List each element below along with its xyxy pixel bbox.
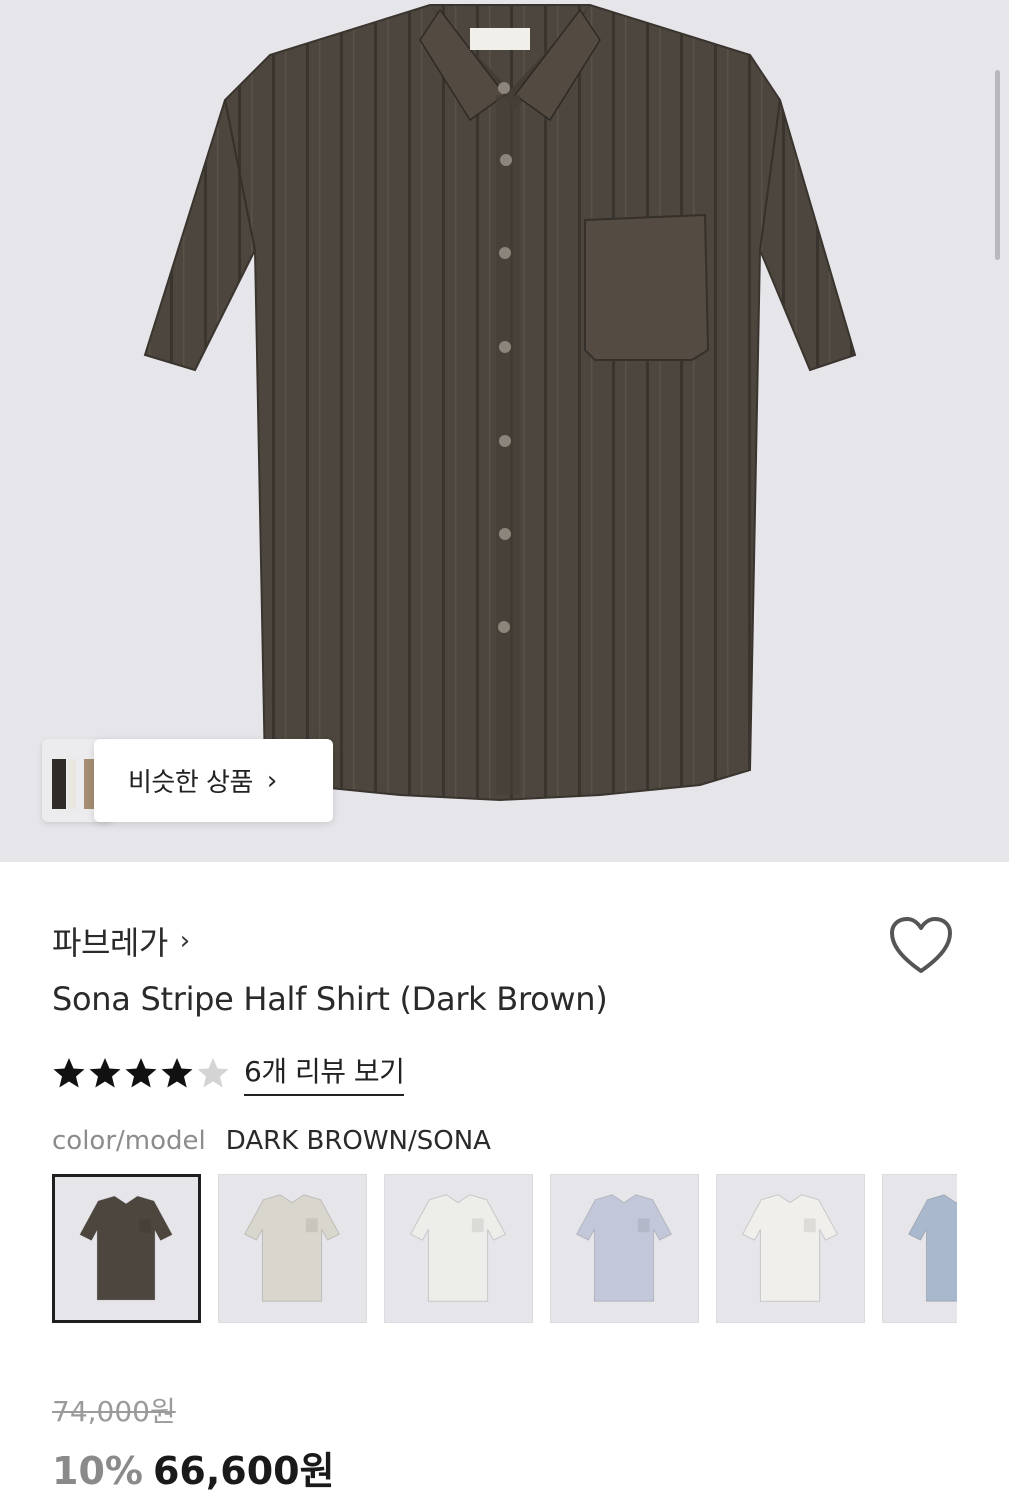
shirt-thumbnail [741, 1194, 839, 1302]
shirt-image [143, 4, 857, 802]
shirt-thumbnail [907, 1194, 957, 1302]
brand-link[interactable]: 파브레가 › [52, 918, 190, 964]
shirt-thumbnail [243, 1194, 341, 1302]
rating-row: 6개 리뷰 보기 [52, 1050, 405, 1096]
star-filled-icon [53, 1058, 85, 1088]
shirt-thumbnail [575, 1194, 673, 1302]
color-swatch[interactable] [716, 1174, 865, 1323]
shirt-thumbnail [79, 1195, 173, 1301]
discount-rate: 10% [52, 1449, 143, 1493]
original-price: 74,000원 [52, 1395, 176, 1428]
color-swatch[interactable] [550, 1174, 699, 1323]
review-link[interactable]: 6개 리뷰 보기 [244, 1050, 405, 1096]
wishlist-button[interactable] [888, 915, 954, 977]
color-swatch-list [52, 1174, 957, 1324]
color-model-label: color/model [52, 1126, 206, 1156]
chevron-right-icon: › [179, 926, 191, 956]
color-model-value: DARK BROWN/SONA [225, 1126, 491, 1156]
star-filled-icon [125, 1058, 157, 1088]
chevron-right-icon: › [266, 765, 277, 796]
shirt-thumbnail [409, 1194, 507, 1302]
similar-products-label: 비슷한 상품 [128, 768, 253, 798]
similar-products-card[interactable]: 비슷한 상품 › [94, 739, 333, 822]
star-filled-icon [89, 1058, 121, 1088]
brand-name: 파브레가 [52, 924, 168, 962]
product-title: Sona Stripe Half Shirt (Dark Brown) [52, 980, 608, 1018]
color-swatch[interactable] [384, 1174, 533, 1323]
star-empty-icon [197, 1058, 229, 1088]
color-swatch[interactable] [52, 1174, 201, 1323]
price-row: 10% 66,600원 [52, 1440, 335, 1495]
page-scrollbar[interactable] [995, 70, 1000, 260]
similar-products-button[interactable]: 비슷한 상품 › [42, 739, 333, 822]
color-model-row: color/model DARK BROWN/SONA [52, 1126, 491, 1156]
color-swatch[interactable] [218, 1174, 367, 1323]
product-hero-image[interactable] [0, 0, 1009, 862]
sale-price: 66,600원 [152, 1449, 335, 1493]
rating-stars [52, 1056, 230, 1090]
star-filled-icon [161, 1058, 193, 1088]
color-swatch[interactable] [882, 1174, 957, 1323]
heart-icon [890, 917, 952, 973]
